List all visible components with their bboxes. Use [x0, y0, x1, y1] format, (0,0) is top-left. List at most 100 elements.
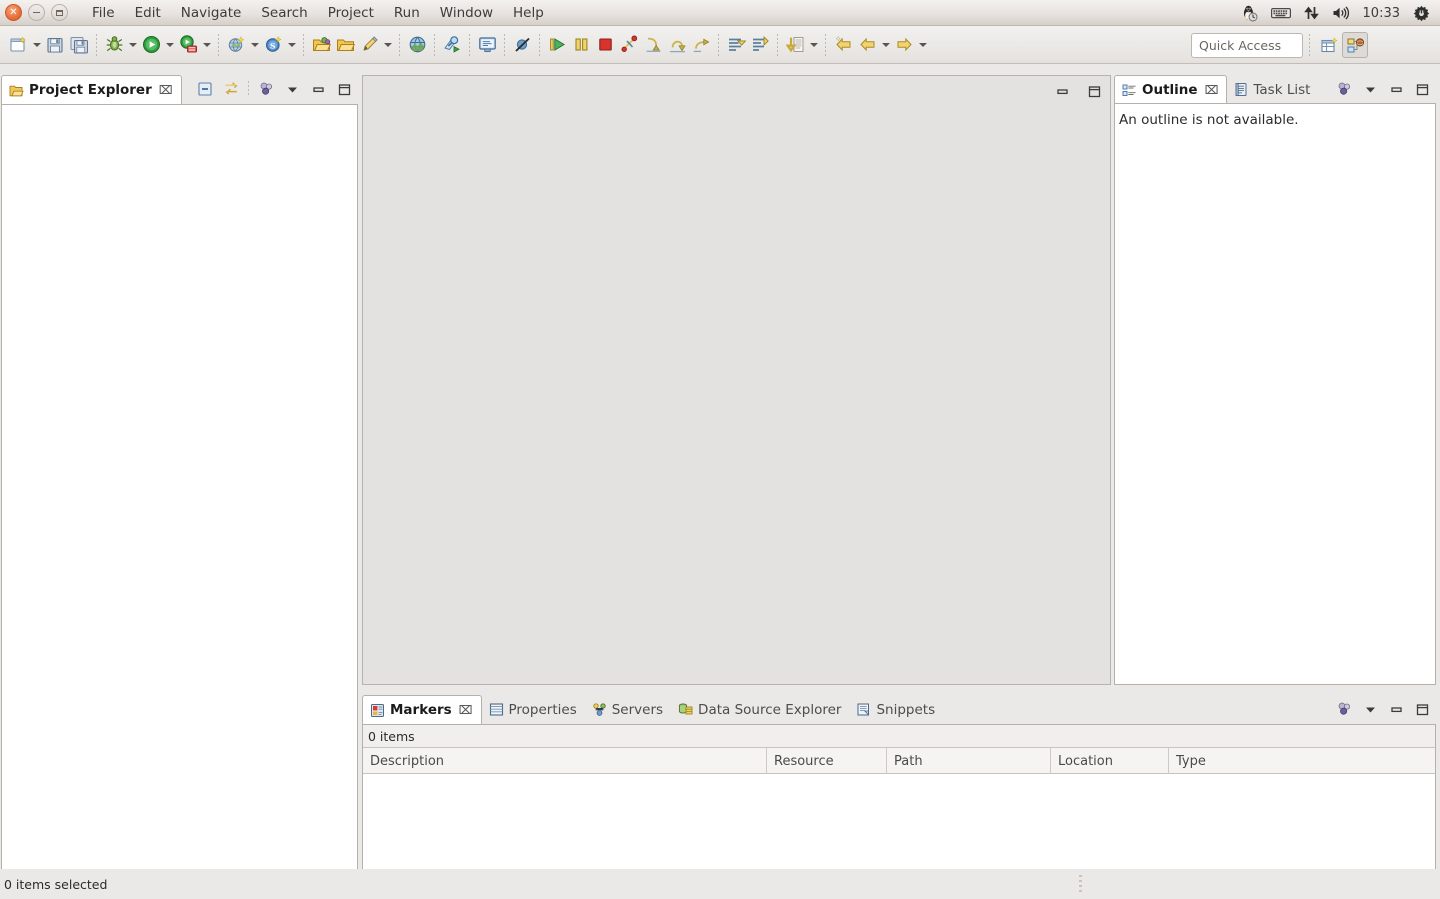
back-to-icon[interactable]: [831, 32, 855, 58]
suspend-icon[interactable]: [569, 32, 593, 58]
maximize-window-button[interactable]: [51, 4, 68, 21]
resize-grip[interactable]: [1079, 875, 1082, 895]
step-over-icon[interactable]: [665, 32, 689, 58]
network-updown-icon[interactable]: [1303, 0, 1319, 26]
tab-properties[interactable]: Properties: [482, 695, 585, 724]
menu-item-run[interactable]: Run: [384, 3, 430, 23]
save-icon[interactable]: [43, 32, 67, 58]
view-menu-icon[interactable]: [254, 77, 278, 101]
quick-access-input[interactable]: Quick Access: [1191, 32, 1303, 58]
menu-item-window[interactable]: Window: [430, 3, 503, 23]
volume-icon[interactable]: [1332, 0, 1350, 26]
column-header-path[interactable]: Path: [887, 748, 1051, 774]
minimize-chevron-icon[interactable]: [1358, 697, 1382, 721]
outline-empty-message: An outline is not available.: [1119, 112, 1299, 128]
java-ee-perspective-icon[interactable]: [1342, 32, 1368, 58]
maximize-view-icon[interactable]: [1410, 77, 1434, 101]
view-menu-icon[interactable]: [1332, 77, 1356, 101]
keyboard-icon[interactable]: [1270, 0, 1291, 26]
new-wizard-dropdown[interactable]: [30, 32, 43, 58]
edit-pencil-icon[interactable]: [357, 32, 381, 58]
toolbar-separator: [825, 33, 826, 56]
editor-area[interactable]: [362, 75, 1111, 685]
new-server-dropdown[interactable]: [285, 32, 298, 58]
last-edit-location-dropdown[interactable]: [807, 32, 820, 58]
previous-annotation-icon[interactable]: [748, 32, 772, 58]
open-type-icon[interactable]: [333, 32, 357, 58]
new-web-project-dropdown[interactable]: [248, 32, 261, 58]
new-server-icon[interactable]: S: [261, 32, 285, 58]
minimize-view-icon[interactable]: [1384, 697, 1408, 721]
debug-icon[interactable]: [102, 32, 126, 58]
menu-item-navigate[interactable]: Navigate: [171, 3, 252, 23]
tab-outline[interactable]: Outline ⌧: [1114, 75, 1228, 104]
minimize-view-icon[interactable]: [306, 77, 330, 101]
open-perspective-icon[interactable]: [1316, 32, 1342, 58]
edit-pencil-dropdown[interactable]: [381, 32, 394, 58]
forward-navigation-dropdown[interactable]: [916, 32, 929, 58]
workbench-area: Project Explorer ⌧ Outline ⌧ Task List A…: [0, 64, 1440, 899]
column-header-resource[interactable]: Resource: [767, 748, 887, 774]
minimize-chevron-icon[interactable]: [1358, 77, 1382, 101]
minimize-view-icon[interactable]: [1384, 77, 1408, 101]
tab-label: Properties: [508, 701, 577, 718]
save-all-icon[interactable]: [67, 32, 91, 58]
last-edit-location-icon[interactable]: [783, 32, 807, 58]
skip-breakpoints-icon[interactable]: [510, 32, 534, 58]
run-on-server-dropdown[interactable]: [200, 32, 213, 58]
search-run-icon[interactable]: [440, 32, 464, 58]
back-navigation-dropdown[interactable]: [879, 32, 892, 58]
tab-project-explorer[interactable]: Project Explorer ⌧: [1, 75, 182, 104]
debug-dropdown[interactable]: [126, 32, 139, 58]
run-on-server-icon[interactable]: [176, 32, 200, 58]
run-icon[interactable]: [139, 32, 163, 58]
disconnect-icon[interactable]: [617, 32, 641, 58]
menu-item-edit[interactable]: Edit: [125, 3, 171, 23]
resume-icon[interactable]: [545, 32, 569, 58]
tab-snippets[interactable]: Snippets: [849, 695, 943, 724]
next-annotation-icon[interactable]: [724, 32, 748, 58]
collapse-all-icon[interactable]: [193, 77, 217, 101]
new-web-project-icon[interactable]: [224, 32, 248, 58]
penguin-clock-icon[interactable]: [1241, 0, 1258, 26]
close-window-button[interactable]: ✕: [5, 4, 22, 21]
maximize-view-icon[interactable]: [1410, 697, 1434, 721]
run-dropdown[interactable]: [163, 32, 176, 58]
tab-task-list[interactable]: Task List: [1227, 75, 1318, 104]
column-header-description[interactable]: Description: [363, 748, 767, 774]
forward-navigation-icon[interactable]: [892, 32, 916, 58]
new-wizard-icon[interactable]: [6, 32, 30, 58]
tray-clock[interactable]: 10:33: [1363, 0, 1400, 26]
view-menu-icon[interactable]: [1332, 697, 1356, 721]
tab-markers[interactable]: Markers ⌧: [362, 695, 482, 724]
maximize-view-icon[interactable]: [332, 77, 356, 101]
menu-item-help[interactable]: Help: [503, 3, 554, 23]
markers-view-toolbar: [1332, 697, 1434, 721]
maximize-editor-icon[interactable]: [1082, 79, 1106, 103]
column-header-type[interactable]: Type: [1169, 748, 1435, 774]
menu-item-file[interactable]: File: [82, 3, 125, 23]
gear-power-icon[interactable]: [1413, 0, 1430, 26]
open-web-browser-icon[interactable]: [405, 32, 429, 58]
close-icon[interactable]: ⌧: [159, 83, 173, 97]
back-navigation-icon[interactable]: [855, 32, 879, 58]
column-header-location[interactable]: Location: [1051, 748, 1169, 774]
step-into-icon[interactable]: [641, 32, 665, 58]
menu-item-project[interactable]: Project: [318, 3, 384, 23]
minimize-editor-icon[interactable]: [1050, 79, 1074, 103]
close-icon[interactable]: ⌧: [1205, 83, 1219, 97]
terminate-icon[interactable]: [593, 32, 617, 58]
tab-data-source-explorer[interactable]: Data Source Explorer: [671, 695, 849, 724]
toolbar-separator: [469, 33, 470, 56]
minimize-window-button[interactable]: [28, 4, 45, 21]
minimize-chevron-icon[interactable]: [280, 77, 304, 101]
step-return-icon[interactable]: [689, 32, 713, 58]
link-with-editor-icon[interactable]: [219, 77, 243, 101]
open-package-icon[interactable]: [309, 32, 333, 58]
close-icon[interactable]: ⌧: [459, 703, 473, 717]
project-explorer-tree[interactable]: [1, 104, 358, 879]
toolbar-separator: [303, 33, 304, 56]
tab-servers[interactable]: Servers: [585, 695, 671, 724]
display-console-icon[interactable]: [475, 32, 499, 58]
menu-item-search[interactable]: Search: [251, 3, 317, 23]
